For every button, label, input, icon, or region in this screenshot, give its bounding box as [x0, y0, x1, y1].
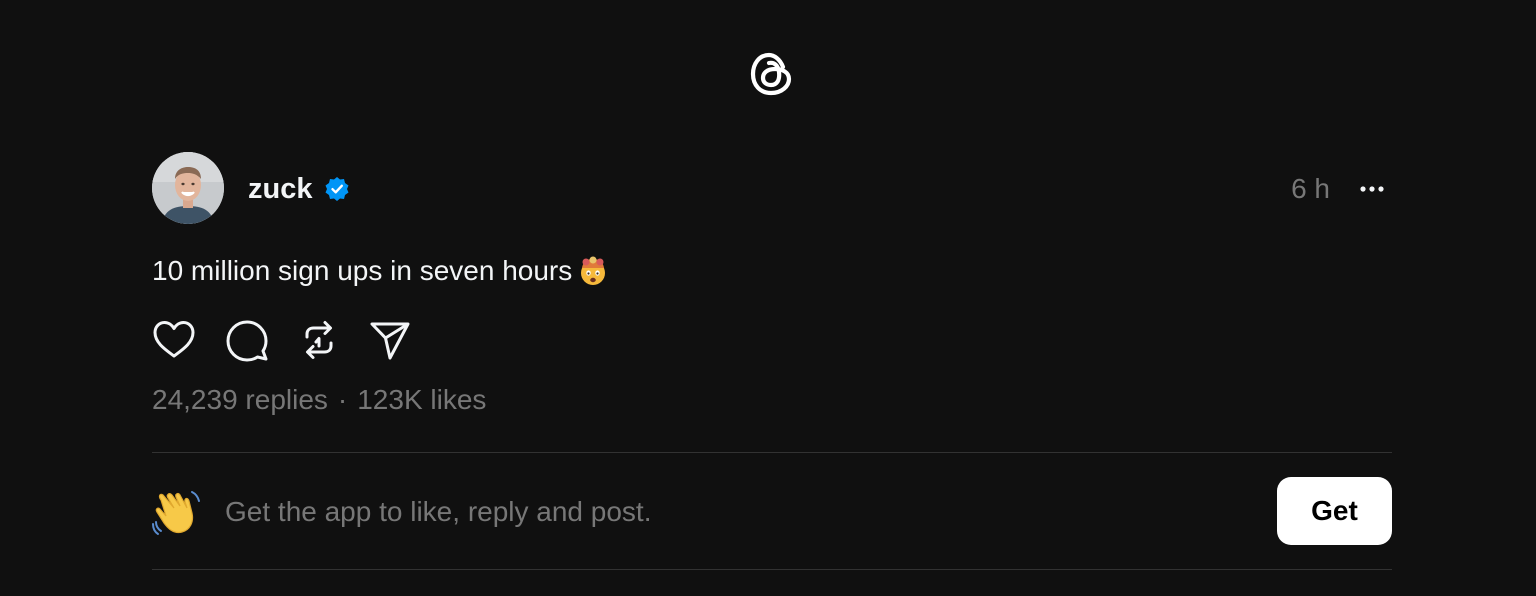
replies-count[interactable]: 24,239 replies: [152, 384, 328, 415]
post-time: 6 h: [1291, 173, 1330, 204]
post-stats: 24,239 replies · 123K likes: [152, 382, 486, 418]
cta-text: Get the app to like, reply and post.: [225, 496, 652, 527]
username[interactable]: zuck: [248, 171, 312, 207]
avatar[interactable]: [152, 152, 224, 224]
repost-icon[interactable]: [297, 318, 341, 362]
comment-icon[interactable]: [225, 318, 269, 362]
exploding-head-emoji: [578, 256, 608, 286]
send-icon[interactable]: [368, 318, 412, 362]
divider-top: [152, 452, 1392, 453]
likes-count[interactable]: 123K likes: [357, 384, 486, 415]
threads-logo-icon[interactable]: [749, 50, 795, 98]
get-app-button[interactable]: Get: [1277, 477, 1392, 545]
more-horizontal-icon[interactable]: [1358, 182, 1386, 196]
post-body: 10 million sign ups in seven hours: [152, 255, 573, 286]
stats-separator: ·: [337, 384, 348, 415]
heart-icon[interactable]: [152, 318, 196, 362]
verified-badge-icon: [324, 176, 350, 202]
post-text: 10 million sign ups in seven hours: [152, 253, 608, 289]
waving-hand-emoji: [152, 486, 202, 536]
divider-bottom: [152, 569, 1392, 570]
threads-page: zuck 6 h 10 million sign ups in seven ho…: [0, 0, 1536, 596]
